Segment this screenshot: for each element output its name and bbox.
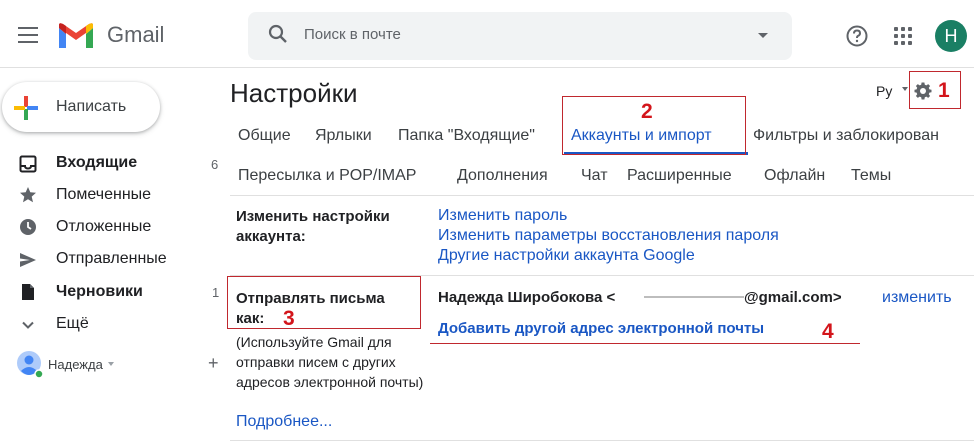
row-divider-bottom xyxy=(230,440,974,441)
edit-sender-link[interactable]: изменить xyxy=(882,288,952,308)
gmail-logo-icon[interactable] xyxy=(56,22,96,50)
account-avatar[interactable]: Н xyxy=(935,20,967,52)
clock-icon xyxy=(20,219,36,235)
sender-name: Надежда Широбокова < xyxy=(438,289,616,306)
compose-label: Написать xyxy=(56,98,127,115)
tab-chat[interactable]: Чат xyxy=(581,167,608,185)
annotation-box-2 xyxy=(562,96,746,155)
tab-general[interactable]: Общие xyxy=(238,127,291,145)
redacted-email xyxy=(644,296,744,298)
draft-icon xyxy=(22,284,34,300)
change-account-label: Изменить настройки аккаунта: xyxy=(236,208,390,245)
tab-offline[interactable]: Офлайн xyxy=(764,167,825,185)
add-chat-button[interactable]: + xyxy=(208,353,219,374)
sender-email-suffix: @gmail.com> xyxy=(744,289,842,306)
sidebar-item-snoozed[interactable]: Отложенные xyxy=(56,218,151,236)
user-avatar-icon[interactable] xyxy=(16,350,44,380)
header-divider xyxy=(0,67,974,68)
annotation-marker-1: 1 xyxy=(938,79,950,102)
tab-filters[interactable]: Фильтры и заблокирован xyxy=(753,127,939,145)
chevron-down-icon xyxy=(22,321,34,329)
tab-labels[interactable]: Ярлыки xyxy=(315,127,372,145)
annotation-underline-4 xyxy=(430,343,860,344)
drafts-count: 1 xyxy=(212,285,220,300)
sidebar-item-drafts[interactable]: Черновики xyxy=(56,283,143,301)
annotation-marker-3: 3 xyxy=(283,307,295,330)
tab-themes[interactable]: Темы xyxy=(851,167,891,185)
annotation-box-1 xyxy=(909,71,961,109)
star-icon xyxy=(20,187,36,203)
main-menu-icon[interactable] xyxy=(18,27,38,43)
tab-addons[interactable]: Дополнения xyxy=(457,167,548,185)
change-password-link[interactable]: Изменить пароль xyxy=(438,206,567,226)
sidebar-item-inbox[interactable]: Входящие xyxy=(56,154,137,172)
search-icon[interactable] xyxy=(268,24,288,44)
recovery-options-link[interactable]: Изменить параметры восстановления пароля xyxy=(438,226,779,246)
learn-more-link[interactable]: Подробнее... xyxy=(236,412,332,432)
annotation-marker-2: 2 xyxy=(641,100,653,123)
send-icon xyxy=(20,253,36,267)
page-title: Настройки xyxy=(230,78,358,108)
sidebar-item-more[interactable]: Ещё xyxy=(56,315,89,333)
search-input[interactable]: Поиск в почте xyxy=(304,26,401,43)
gmail-logo-text: Gmail xyxy=(107,22,165,47)
tab-inbox[interactable]: Папка "Входящие" xyxy=(398,127,535,145)
annotation-box-3 xyxy=(227,276,421,329)
language-caret-icon[interactable] xyxy=(902,87,908,91)
annotation-marker-4: 4 xyxy=(822,320,834,343)
add-email-address-link[interactable]: Добавить другой адрес электронной почты xyxy=(438,319,764,339)
send-as-help-text: (Используйте Gmail для отправки писем с … xyxy=(236,334,424,390)
help-icon[interactable] xyxy=(845,24,869,48)
apps-grid-icon[interactable] xyxy=(894,27,912,45)
inbox-icon xyxy=(19,155,37,173)
tab-forwarding[interactable]: Пересылка и POP/IMAP xyxy=(238,167,416,185)
user-dropdown-caret-icon[interactable] xyxy=(108,362,114,366)
language-select[interactable]: Ру xyxy=(876,83,892,99)
google-account-settings-link[interactable]: Другие настройки аккаунта Google xyxy=(438,246,695,266)
search-options-caret-icon[interactable] xyxy=(758,33,768,38)
user-name[interactable]: Надежда xyxy=(48,357,103,372)
sidebar-item-starred[interactable]: Помеченные xyxy=(56,186,151,204)
sidebar-item-sent[interactable]: Отправленные xyxy=(56,250,167,268)
compose-plus-icon xyxy=(14,96,38,120)
tabs-divider xyxy=(230,195,974,196)
inbox-count: 6 xyxy=(211,157,219,172)
tab-advanced[interactable]: Расширенные xyxy=(627,167,732,185)
